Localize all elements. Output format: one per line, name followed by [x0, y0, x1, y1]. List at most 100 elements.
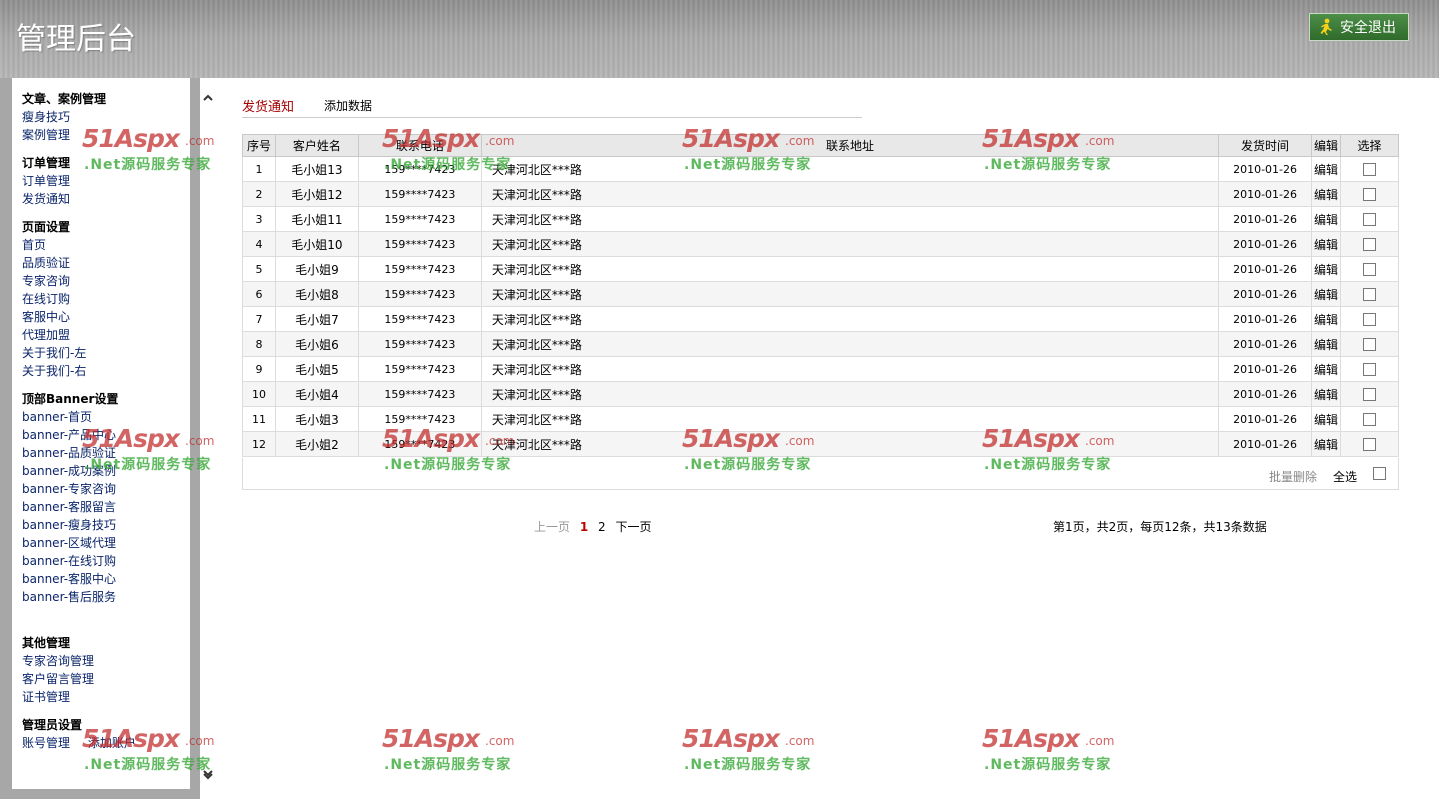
row-checkbox[interactable]	[1362, 237, 1376, 251]
cell-phone: 159****7423	[357, 231, 482, 257]
row-checkbox[interactable]	[1362, 437, 1376, 451]
cell-date: 2010-01-26	[1218, 256, 1313, 282]
cell-name: 毛小姐7	[274, 306, 359, 332]
row-checkbox[interactable]	[1362, 387, 1376, 401]
cell-edit[interactable]: 编辑	[1311, 331, 1341, 357]
cell-edit[interactable]: 编辑	[1311, 406, 1341, 432]
sidebar-item-cases[interactable]: 案例管理	[22, 126, 190, 144]
sidebar-item-expert[interactable]: 专家咨询	[22, 272, 190, 290]
sidebar-item-banner-region[interactable]: banner-区域代理	[22, 534, 190, 552]
row-checkbox[interactable]	[1362, 312, 1376, 326]
tab-bar: 发货通知 添加数据	[242, 96, 862, 118]
sidebar-item-order-online[interactable]: 在线订购	[22, 290, 190, 308]
shipping-table: 序号 客户姓名 联系电话 联系地址 发货时间 编辑 选择 1 毛小姐13 159**…	[242, 134, 1400, 457]
tab-shipping-notice[interactable]: 发货通知	[242, 96, 294, 115]
sidebar-item-quality[interactable]: 品质验证	[22, 254, 190, 272]
pagination: 上一页 1 2 下一页	[534, 518, 658, 535]
chevron-up-icon[interactable]	[202, 92, 214, 104]
row-checkbox[interactable]	[1362, 212, 1376, 226]
sidebar-item-add-account[interactable]: 添加账户	[88, 734, 136, 752]
cell-name: 毛小姐13	[274, 156, 359, 182]
sidebar-item-shipping[interactable]: 发货通知	[22, 190, 190, 208]
sidebar-item-certificates[interactable]: 证书管理	[22, 688, 190, 706]
logout-button[interactable]: 安全退出	[1309, 13, 1409, 41]
sidebar-item-about-right[interactable]: 关于我们-右	[22, 362, 190, 380]
table-body: 1 毛小姐13 159****7423 天津河北区***路 2010-01-26 编辑 2 毛…	[242, 156, 1400, 457]
cell-no: 5	[242, 256, 276, 282]
sidebar-item-banner-home[interactable]: banner-首页	[22, 408, 190, 426]
cell-no: 6	[242, 281, 276, 307]
row-checkbox[interactable]	[1362, 187, 1376, 201]
cell-date: 2010-01-26	[1218, 381, 1313, 407]
sidebar-item-messages-mgmt[interactable]: 客户留言管理	[22, 670, 190, 688]
cell-edit[interactable]: 编辑	[1311, 431, 1341, 457]
row-checkbox[interactable]	[1362, 262, 1376, 276]
sidebar-item-banner-products[interactable]: banner-产品中心	[22, 426, 190, 444]
cell-edit[interactable]: 编辑	[1311, 156, 1341, 182]
cell-select	[1339, 356, 1400, 382]
sidebar-item-agency[interactable]: 代理加盟	[22, 326, 190, 344]
row-checkbox[interactable]	[1362, 412, 1376, 426]
table-row: 10 毛小姐4 159****7423 天津河北区***路 2010-01-26 编辑	[242, 381, 1400, 407]
cell-address: 天津河北区***路	[480, 281, 1220, 307]
sidebar-item-home[interactable]: 首页	[22, 236, 190, 254]
cell-edit[interactable]: 编辑	[1311, 181, 1341, 207]
cell-date: 2010-01-26	[1218, 281, 1313, 307]
row-checkbox[interactable]	[1362, 162, 1376, 176]
sidebar-item-tips[interactable]: 瘦身技巧	[22, 108, 190, 126]
cell-date: 2010-01-26	[1218, 406, 1313, 432]
cell-edit[interactable]: 编辑	[1311, 206, 1341, 232]
sidebar-item-banner-tips[interactable]: banner-瘦身技巧	[22, 516, 190, 534]
sidebar-item-orders[interactable]: 订单管理	[22, 172, 190, 190]
cell-no: 10	[242, 381, 276, 407]
sidebar-item-expert-mgmt[interactable]: 专家咨询管理	[22, 652, 190, 670]
cell-edit[interactable]: 编辑	[1311, 306, 1341, 332]
sidebar-item-banner-expert[interactable]: banner-专家咨询	[22, 480, 190, 498]
sidebar-item-accounts[interactable]: 账号管理	[22, 734, 70, 752]
cell-date: 2010-01-26	[1218, 306, 1313, 332]
cell-phone: 159****7423	[357, 381, 482, 407]
cell-select	[1339, 306, 1400, 332]
sidebar-item-banner-order[interactable]: banner-在线订购	[22, 552, 190, 570]
cell-name: 毛小姐10	[274, 231, 359, 257]
sidebar-item-banner-cases[interactable]: banner-成功案例	[22, 462, 190, 480]
cell-select	[1339, 281, 1400, 307]
sidebar-group-title: 订单管理	[22, 156, 71, 170]
cell-name: 毛小姐4	[274, 381, 359, 407]
batch-delete-button[interactable]: 批量删除	[1269, 468, 1317, 485]
cell-name: 毛小姐11	[274, 206, 359, 232]
cell-edit[interactable]: 编辑	[1311, 256, 1341, 282]
select-all-checkbox[interactable]	[1373, 467, 1386, 480]
page-link-2[interactable]: 2	[598, 520, 606, 534]
row-checkbox[interactable]	[1362, 362, 1376, 376]
sidebar-item-service[interactable]: 客服中心	[22, 308, 190, 326]
sidebar-group-orders: 订单管理 订单管理 发货通知	[22, 154, 190, 208]
cell-edit[interactable]: 编辑	[1311, 381, 1341, 407]
cell-name: 毛小姐2	[274, 431, 359, 457]
cell-phone: 159****7423	[357, 206, 482, 232]
row-checkbox[interactable]	[1362, 337, 1376, 351]
sidebar-item-banner-aftersales[interactable]: banner-售后服务	[22, 588, 190, 606]
table-row: 2 毛小姐12 159****7423 天津河北区***路 2010-01-26 编辑	[242, 181, 1400, 207]
sidebar-item-banner-service[interactable]: banner-客服中心	[22, 570, 190, 588]
cell-name: 毛小姐5	[274, 356, 359, 382]
cell-address: 天津河北区***路	[480, 206, 1220, 232]
cell-phone: 159****7423	[357, 356, 482, 382]
cell-select	[1339, 256, 1400, 282]
page-link-1[interactable]: 1	[580, 520, 588, 534]
cell-edit[interactable]: 编辑	[1311, 231, 1341, 257]
sidebar-group-title: 其他管理	[22, 636, 71, 650]
cell-select	[1339, 231, 1400, 257]
cell-edit[interactable]: 编辑	[1311, 281, 1341, 307]
sidebar-group-other: 其他管理 专家咨询管理 客户留言管理 证书管理	[22, 634, 190, 706]
col-header-address: 联系地址	[480, 134, 1220, 157]
sidebar-item-banner-messages[interactable]: banner-客服留言	[22, 498, 190, 516]
row-checkbox[interactable]	[1362, 287, 1376, 301]
sidebar-item-about-left[interactable]: 关于我们-左	[22, 344, 190, 362]
chevron-down-icon[interactable]	[202, 768, 214, 780]
cell-select	[1339, 206, 1400, 232]
cell-edit[interactable]: 编辑	[1311, 356, 1341, 382]
sidebar-item-banner-quality[interactable]: banner-品质验证	[22, 444, 190, 462]
tab-add-data[interactable]: 添加数据	[324, 97, 372, 114]
next-page-link[interactable]: 下一页	[616, 520, 652, 534]
